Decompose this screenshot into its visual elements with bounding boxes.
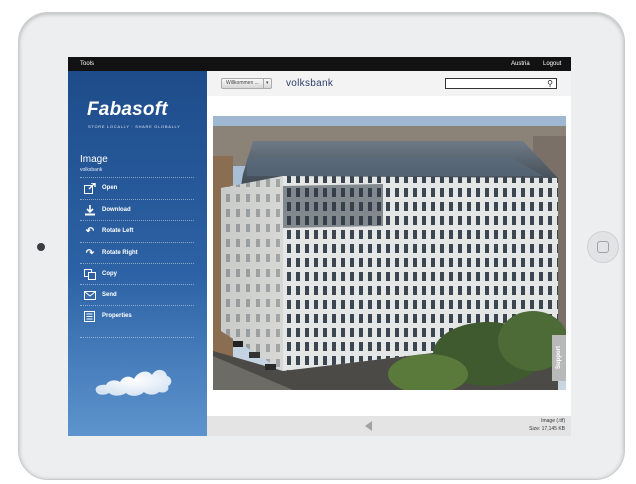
action-label: Properties: [102, 313, 132, 319]
logout-link[interactable]: Logout: [543, 61, 561, 67]
action-rotate-left[interactable]: ↶ Rotate Left: [80, 220, 194, 242]
page-title: volksbank: [286, 78, 334, 89]
austria-cloud-image: [95, 369, 172, 396]
sidebar: Fabasoft STORE LOCALLY · SHARE GLOBALLY …: [68, 71, 207, 436]
file-size-label: Size: 17,145 KB: [529, 426, 565, 432]
breadcrumb[interactable]: Willkommen ... ▾: [221, 78, 272, 89]
download-icon: [84, 205, 96, 216]
object-type-title: Image: [80, 154, 108, 165]
home-button[interactable]: [587, 231, 619, 263]
viewer-footer: Image (.tif) Size: 17,145 KB: [207, 416, 571, 436]
action-download[interactable]: Download: [80, 199, 194, 221]
building-photo[interactable]: [213, 116, 566, 390]
content-header: Willkommen ... ▾ volksbank ⚲: [207, 71, 571, 96]
envelope-icon: [84, 290, 96, 301]
action-properties[interactable]: Properties: [80, 305, 194, 327]
action-label: Rotate Right: [102, 250, 138, 256]
action-list-divider: [80, 337, 194, 338]
action-open[interactable]: Open: [80, 177, 194, 199]
chevron-down-icon[interactable]: ▾: [263, 78, 272, 89]
camera-dot: [37, 243, 45, 251]
image-viewer: [207, 96, 571, 416]
action-label: Open: [102, 185, 118, 191]
top-bar: Tools Austria Logout: [68, 57, 571, 71]
logo-tagline: STORE LOCALLY · SHARE GLOBALLY: [88, 124, 181, 129]
action-send[interactable]: Send: [80, 284, 194, 306]
search-icon[interactable]: ⚲: [547, 79, 553, 88]
support-tab[interactable]: Support: [552, 335, 566, 381]
home-button-icon: [597, 241, 609, 253]
action-copy[interactable]: Copy: [80, 263, 194, 285]
app-screen: Tools Austria Logout Fabasoft STORE LOCA…: [68, 57, 571, 436]
fabasoft-logo: Fabasoft: [87, 99, 168, 120]
rotate-right-icon: ↷: [85, 247, 95, 259]
action-label: Send: [102, 292, 117, 298]
action-label: Rotate Left: [102, 228, 134, 234]
previous-arrow-icon[interactable]: [365, 421, 372, 431]
tools-menu[interactable]: Tools: [80, 61, 94, 67]
properties-icon: [84, 311, 96, 322]
action-label: Copy: [102, 271, 117, 277]
search-input[interactable]: ⚲: [445, 78, 557, 89]
copy-icon: [84, 269, 96, 280]
file-type-label: Image (.tif): [541, 418, 565, 424]
action-label: Download: [102, 207, 131, 213]
open-external-icon: [84, 183, 96, 194]
action-rotate-right[interactable]: ↷ Rotate Right: [80, 242, 194, 264]
object-name: volksbank: [80, 167, 103, 173]
breadcrumb-item[interactable]: Willkommen ...: [221, 78, 264, 89]
rotate-left-icon: ↶: [85, 225, 95, 237]
region-link[interactable]: Austria: [511, 61, 530, 67]
